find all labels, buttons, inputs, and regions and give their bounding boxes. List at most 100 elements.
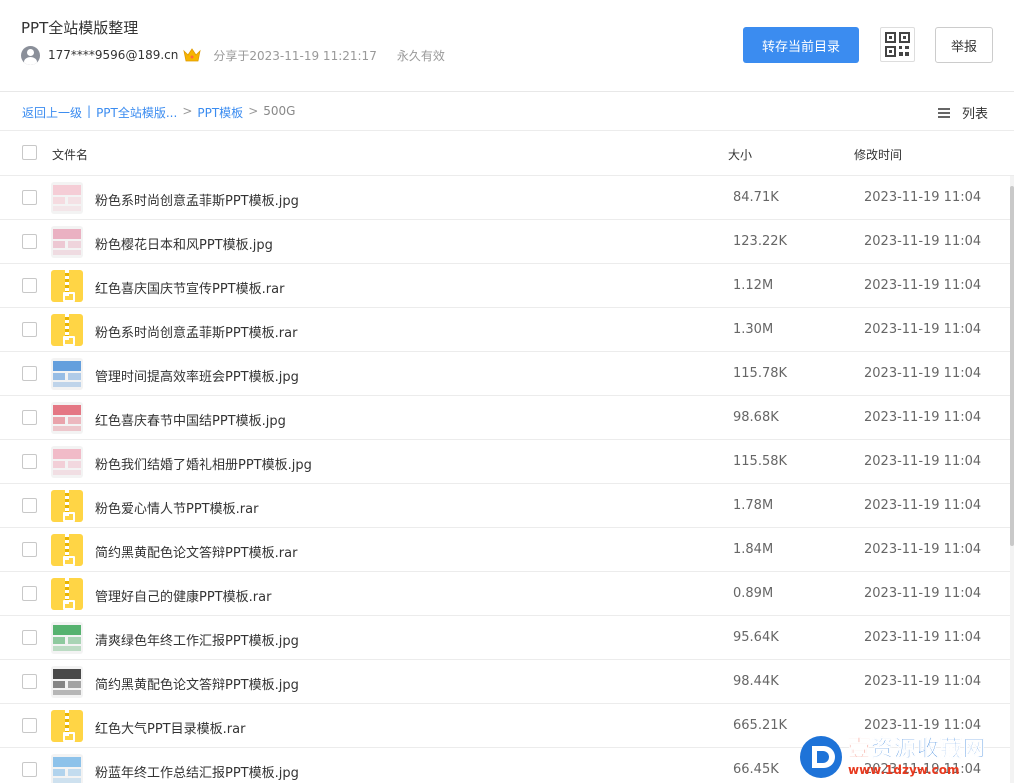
file-name[interactable]: 粉色樱花日本和风PPT模板.jpg bbox=[95, 234, 273, 253]
file-size: 1.84M bbox=[733, 542, 774, 557]
file-modified-time: 2023-11-19 11:04 bbox=[864, 630, 982, 645]
image-thumbnail-icon bbox=[51, 182, 83, 214]
file-modified-time: 2023-11-19 11:04 bbox=[864, 234, 982, 249]
breadcrumb-separator: > bbox=[248, 104, 259, 118]
file-size: 1.78M bbox=[733, 498, 774, 513]
report-button[interactable]: 举报 bbox=[935, 27, 993, 63]
row-checkbox[interactable] bbox=[22, 542, 37, 557]
file-size: 98.44K bbox=[733, 674, 779, 689]
crown-icon bbox=[183, 47, 202, 63]
column-header-name[interactable]: 文件名 bbox=[52, 146, 88, 163]
file-row[interactable]: 红色喜庆春节中国结PPT模板.jpg 98.68K 2023-11-19 11:04 bbox=[0, 396, 1010, 440]
file-name[interactable]: 红色喜庆春节中国结PPT模板.jpg bbox=[95, 410, 286, 429]
sharer-name[interactable]: 177****9596@189.cn bbox=[48, 48, 178, 62]
file-size: 98.68K bbox=[733, 410, 779, 425]
row-checkbox[interactable] bbox=[22, 322, 37, 337]
file-row[interactable]: 简约黑黄配色论文答辩PPT模板.rar 1.84M 2023-11-19 11:04 bbox=[0, 528, 1010, 572]
watermark-logo bbox=[798, 734, 844, 780]
breadcrumb-item-ppt[interactable]: PPT模板 bbox=[197, 104, 243, 121]
row-checkbox[interactable] bbox=[22, 234, 37, 249]
file-name[interactable]: 粉色系时尚创意孟菲斯PPT模板.jpg bbox=[95, 190, 299, 209]
qr-code-icon[interactable] bbox=[880, 27, 915, 62]
file-modified-time: 2023-11-19 11:04 bbox=[864, 674, 982, 689]
row-checkbox[interactable] bbox=[22, 278, 37, 293]
breadcrumb-separator: > bbox=[182, 104, 193, 118]
file-row[interactable]: 粉色我们结婚了婚礼相册PPT模板.jpg 115.58K 2023-11-19 11… bbox=[0, 440, 1010, 484]
file-modified-time: 2023-11-19 11:04 bbox=[864, 322, 982, 337]
file-name[interactable]: 粉色系时尚创意孟菲斯PPT模板.rar bbox=[95, 322, 297, 341]
save-current-dir-button[interactable]: 转存当前目录 bbox=[743, 27, 859, 63]
file-size: 84.71K bbox=[733, 190, 779, 205]
file-size: 0.89M bbox=[733, 586, 774, 601]
file-row[interactable]: 简约黑黄配色论文答辩PPT模板.jpg 98.44K 2023-11-19 11:0… bbox=[0, 660, 1010, 704]
scrollbar[interactable] bbox=[1010, 176, 1014, 783]
row-checkbox[interactable] bbox=[22, 586, 37, 601]
breadcrumb: 返回上一级 | PPT全站模版... > PPT模板 > 500G bbox=[22, 104, 295, 121]
row-checkbox[interactable] bbox=[22, 454, 37, 469]
image-thumbnail-icon bbox=[51, 402, 83, 434]
file-size: 1.12M bbox=[733, 278, 774, 293]
archive-file-icon bbox=[51, 578, 83, 610]
archive-file-icon bbox=[51, 534, 83, 566]
row-checkbox[interactable] bbox=[22, 718, 37, 733]
expiry-status: 永久有效 bbox=[396, 48, 445, 63]
file-name[interactable]: 粉色我们结婚了婚礼相册PPT模板.jpg bbox=[95, 454, 312, 473]
file-list: 粉色系时尚创意孟菲斯PPT模板.jpg 84.71K 2023-11-19 11:0… bbox=[0, 176, 1010, 783]
file-size: 123.22K bbox=[733, 234, 788, 249]
file-modified-time: 2023-11-19 11:04 bbox=[864, 498, 982, 513]
archive-file-icon bbox=[51, 270, 83, 302]
table-header: 文件名 大小 修改时间 bbox=[0, 132, 1014, 176]
image-thumbnail-icon bbox=[51, 226, 83, 258]
file-name[interactable]: 清爽绿色年终工作汇报PPT模板.jpg bbox=[95, 630, 299, 649]
file-row[interactable]: 粉色樱花日本和风PPT模板.jpg 123.22K 2023-11-19 11:04 bbox=[0, 220, 1010, 264]
breadcrumb-item-root[interactable]: PPT全站模版... bbox=[96, 104, 177, 121]
row-checkbox[interactable] bbox=[22, 366, 37, 381]
file-name[interactable]: 管理时间提高效率班会PPT模板.jpg bbox=[95, 366, 299, 385]
row-checkbox[interactable] bbox=[22, 498, 37, 513]
file-row[interactable]: 粉色系时尚创意孟菲斯PPT模板.jpg 84.71K 2023-11-19 11:0… bbox=[0, 176, 1010, 220]
file-row[interactable]: 管理好自己的健康PPT模板.rar 0.89M 2023-11-19 11:04 bbox=[0, 572, 1010, 616]
file-row[interactable]: 清爽绿色年终工作汇报PPT模板.jpg 95.64K 2023-11-19 11:0… bbox=[0, 616, 1010, 660]
file-modified-time: 2023-11-19 11:04 bbox=[864, 278, 982, 293]
watermark-site-name: 壹资源收藏网 bbox=[848, 736, 987, 762]
file-name[interactable]: 粉蓝年终工作总结汇报PPT模板.jpg bbox=[95, 762, 299, 781]
image-thumbnail-icon bbox=[51, 622, 83, 654]
file-name[interactable]: 红色喜庆国庆节宣传PPT模板.rar bbox=[95, 278, 284, 297]
file-modified-time: 2023-11-19 11:04 bbox=[864, 454, 982, 469]
row-checkbox[interactable] bbox=[22, 190, 37, 205]
archive-file-icon bbox=[51, 710, 83, 742]
file-size: 115.78K bbox=[733, 366, 788, 381]
breadcrumb-back-link[interactable]: 返回上一级 bbox=[22, 104, 82, 121]
page-title: PPT全站模版整理 bbox=[21, 19, 139, 37]
file-row[interactable]: 红色喜庆国庆节宣传PPT模板.rar 1.12M 2023-11-19 11:04 bbox=[0, 264, 1010, 308]
file-name[interactable]: 管理好自己的健康PPT模板.rar bbox=[95, 586, 271, 605]
avatar[interactable] bbox=[21, 45, 40, 65]
image-thumbnail-icon bbox=[51, 358, 83, 390]
scrollbar-thumb[interactable] bbox=[1010, 186, 1014, 546]
file-size: 95.64K bbox=[733, 630, 779, 645]
view-mode-label: 列表 bbox=[962, 107, 989, 122]
watermark: 壹资源收藏网 www.1dzyw.com bbox=[798, 730, 1014, 783]
file-modified-time: 2023-11-19 11:04 bbox=[864, 410, 982, 425]
file-row[interactable]: 管理时间提高效率班会PPT模板.jpg 115.78K 2023-11-19 11:… bbox=[0, 352, 1010, 396]
file-modified-time: 2023-11-19 11:04 bbox=[864, 586, 982, 601]
file-name[interactable]: 简约黑黄配色论文答辩PPT模板.jpg bbox=[95, 674, 299, 693]
view-mode-toggle[interactable]: 列表 bbox=[938, 103, 988, 122]
breadcrumb-current: 500G bbox=[263, 104, 296, 118]
column-header-time[interactable]: 修改时间 bbox=[854, 146, 902, 163]
file-row[interactable]: 粉色系时尚创意孟菲斯PPT模板.rar 1.30M 2023-11-19 11:04 bbox=[0, 308, 1010, 352]
row-checkbox[interactable] bbox=[22, 410, 37, 425]
file-name[interactable]: 简约黑黄配色论文答辩PPT模板.rar bbox=[95, 542, 297, 561]
breadcrumb-separator: | bbox=[87, 104, 92, 118]
watermark-text: 壹资源收藏网 www.1dzyw.com bbox=[848, 736, 987, 776]
row-checkbox[interactable] bbox=[22, 762, 37, 777]
file-name[interactable]: 粉色爱心情人节PPT模板.rar bbox=[95, 498, 258, 517]
row-checkbox[interactable] bbox=[22, 674, 37, 689]
file-name[interactable]: 红色大气PPT目录模板.rar bbox=[95, 718, 245, 737]
file-row[interactable]: 粉色爱心情人节PPT模板.rar 1.78M 2023-11-19 11:04 bbox=[0, 484, 1010, 528]
row-checkbox[interactable] bbox=[22, 630, 37, 645]
archive-file-icon bbox=[51, 314, 83, 346]
column-header-size[interactable]: 大小 bbox=[728, 146, 752, 163]
select-all-checkbox[interactable] bbox=[22, 145, 37, 160]
breadcrumb-bar: 返回上一级 | PPT全站模版... > PPT模板 > 500G 列表 bbox=[0, 93, 1014, 131]
